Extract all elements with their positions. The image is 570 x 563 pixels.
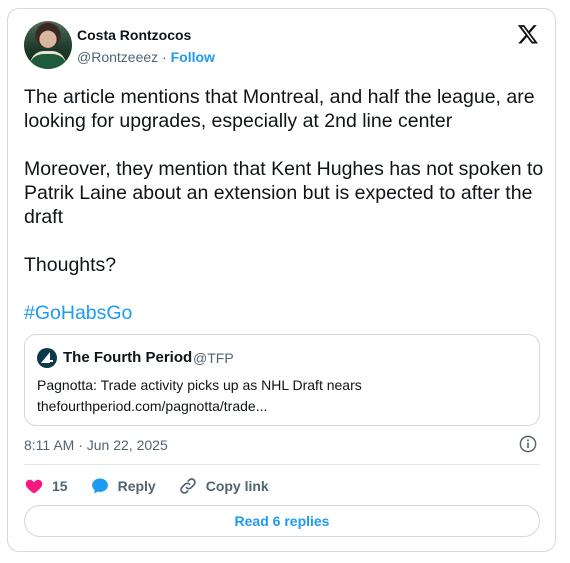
action-bar: 15 Reply Copy link (24, 475, 291, 497)
reply-button[interactable]: Reply (90, 476, 156, 496)
read-replies-button[interactable]: Read 6 replies (24, 505, 540, 537)
hashtag-link[interactable]: #GoHabsGo (24, 302, 132, 324)
tweet-paragraph-1: The article mentions that Montreal, and … (24, 86, 540, 132)
copy-link-label: Copy link (205, 478, 269, 494)
link-icon (179, 478, 196, 494)
follow-link[interactable]: Follow (171, 49, 215, 65)
avatar-jersey (30, 51, 66, 69)
tweet-card: Costa Rontzocos @Rontzeeez · Follow The … (7, 8, 556, 552)
author-handle-row: @Rontzeeez · Follow (77, 49, 215, 65)
speech-bubble-icon (91, 478, 108, 494)
quote-source-handle: @TFP (193, 350, 234, 366)
author-avatar[interactable] (24, 21, 72, 69)
tweet-timestamp[interactable]: 8:11 AM · Jun 22, 2025 (24, 437, 168, 453)
tweet-paragraph-3: Thoughts? (24, 254, 117, 276)
reply-label: Reply (117, 478, 156, 494)
copy-link-button[interactable]: Copy link (178, 476, 269, 496)
quote-url: thefourthperiod.com/pagnotta/trade... (37, 398, 268, 414)
actions-divider (24, 464, 540, 465)
fourth-period-logo-icon (37, 348, 57, 368)
like-count: 15 (52, 478, 68, 494)
quote-title: Pagnotta: Trade activity picks up as NHL… (37, 377, 362, 393)
x-logo-icon[interactable] (517, 23, 539, 45)
quoted-card[interactable]: The Fourth Period @TFP Pagnotta: Trade a… (24, 334, 540, 426)
quote-source-name: The Fourth Period (63, 349, 193, 366)
handle-separator: · (162, 49, 167, 65)
tweet-paragraph-2: Moreover, they mention that Kent Hughes … (24, 158, 549, 228)
heart-icon (25, 479, 43, 494)
author-handle[interactable]: @Rontzeeez (77, 49, 158, 65)
info-icon[interactable] (519, 435, 537, 453)
author-display-name[interactable]: Costa Rontzocos (77, 27, 191, 43)
like-button[interactable]: 15 (24, 476, 68, 496)
tweet-text: The article mentions that Montreal, and … (24, 85, 544, 325)
